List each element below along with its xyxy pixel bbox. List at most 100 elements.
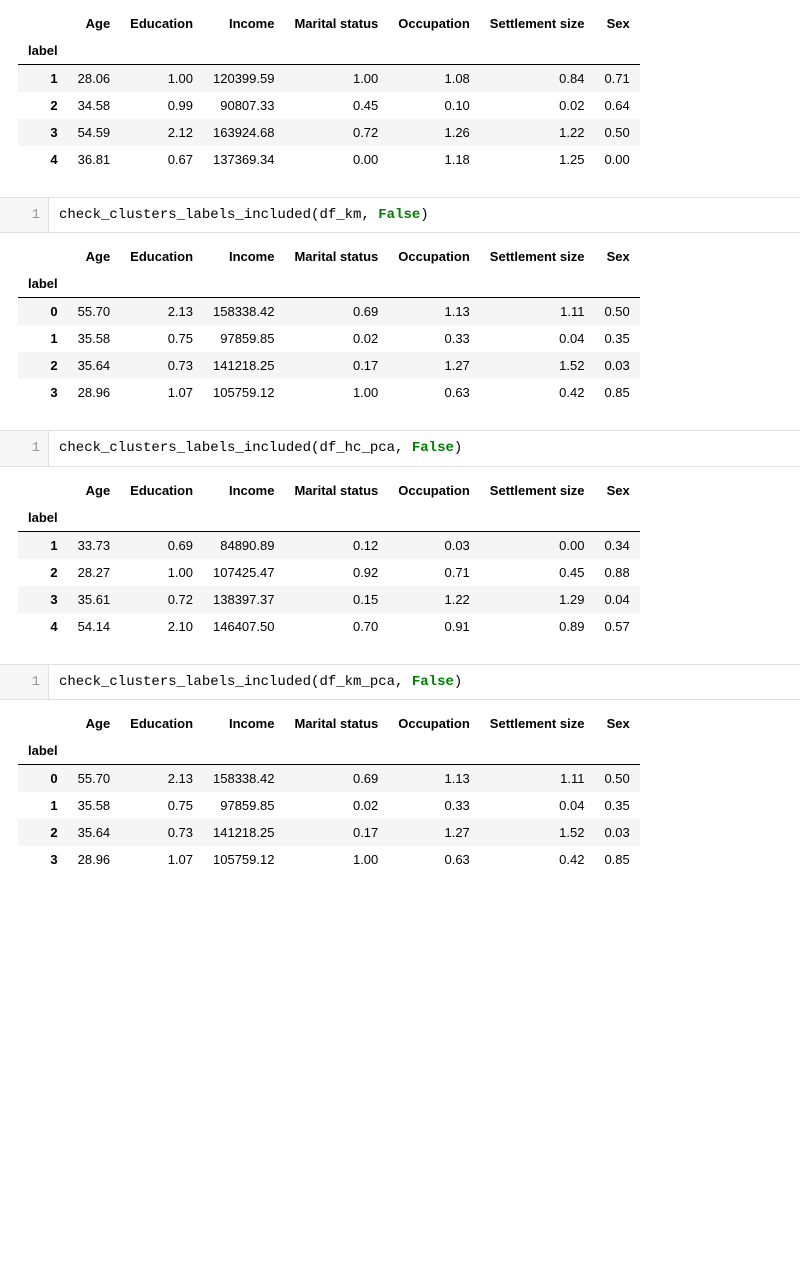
line-number: 1 xyxy=(0,431,49,465)
index-name: label xyxy=(18,37,68,65)
table-row: 135.580.7597859.850.020.330.040.35 xyxy=(18,792,640,819)
table-row: 328.961.07105759.121.000.630.420.85 xyxy=(18,846,640,873)
column-header: Education xyxy=(120,477,203,504)
cell: 0.69 xyxy=(284,765,388,793)
column-header: Sex xyxy=(594,477,639,504)
cell: 0.99 xyxy=(120,92,203,119)
cell: 0.33 xyxy=(388,325,480,352)
cell: 0.84 xyxy=(480,65,595,93)
cell: 0.75 xyxy=(120,325,203,352)
cell: 0.35 xyxy=(594,325,639,352)
row-label: 3 xyxy=(18,586,68,613)
cell: 0.00 xyxy=(480,531,595,559)
code-content[interactable]: check_clusters_labels_included(df_km_pca… xyxy=(49,665,800,699)
cell: 0.50 xyxy=(594,119,639,146)
table-row: 235.640.73141218.250.171.271.520.03 xyxy=(18,352,640,379)
output-block: AgeEducationIncomeMarital statusOccupati… xyxy=(0,233,800,430)
cell: 0.69 xyxy=(120,531,203,559)
table-row: 436.810.67137369.340.001.181.250.00 xyxy=(18,146,640,173)
cell: 1.52 xyxy=(480,819,595,846)
cell: 0.57 xyxy=(594,613,639,640)
table-row: 328.961.07105759.121.000.630.420.85 xyxy=(18,379,640,406)
cell: 28.06 xyxy=(68,65,121,93)
code-cell[interactable]: 1 check_clusters_labels_included(df_km_p… xyxy=(0,664,800,700)
table-row: 228.271.00107425.470.920.710.450.88 xyxy=(18,559,640,586)
cell: 84890.89 xyxy=(203,531,284,559)
cell: 55.70 xyxy=(68,298,121,326)
code-cell[interactable]: 1 check_clusters_labels_included(df_km, … xyxy=(0,197,800,233)
line-number: 1 xyxy=(0,198,49,232)
cell: 0.10 xyxy=(388,92,480,119)
row-label: 2 xyxy=(18,352,68,379)
column-header: Marital status xyxy=(284,477,388,504)
cell: 0.45 xyxy=(284,92,388,119)
cell: 28.96 xyxy=(68,846,121,873)
table-row: 454.142.10146407.500.700.910.890.57 xyxy=(18,613,640,640)
cell: 0.04 xyxy=(480,792,595,819)
dataframe-table: AgeEducationIncomeMarital statusOccupati… xyxy=(18,710,640,873)
cell: 1.22 xyxy=(480,119,595,146)
table-row: 128.061.00120399.591.001.080.840.71 xyxy=(18,65,640,93)
notebook: AgeEducationIncomeMarital statusOccupati… xyxy=(0,0,800,897)
cell: 0.33 xyxy=(388,792,480,819)
cell: 0.72 xyxy=(120,586,203,613)
cell: 1.00 xyxy=(284,379,388,406)
row-label: 3 xyxy=(18,846,68,873)
cell: 158338.42 xyxy=(203,765,284,793)
column-header: Education xyxy=(120,10,203,37)
column-header: Income xyxy=(203,710,284,737)
column-header: Income xyxy=(203,477,284,504)
code-text: check_clusters_labels_included(df_km, xyxy=(59,207,378,223)
column-header: Sex xyxy=(594,710,639,737)
cell: 35.58 xyxy=(68,792,121,819)
cell: 146407.50 xyxy=(203,613,284,640)
code-text: check_clusters_labels_included(df_hc_pca… xyxy=(59,440,412,456)
cell: 1.27 xyxy=(388,819,480,846)
keyword-false: False xyxy=(378,207,420,223)
keyword-false: False xyxy=(412,440,454,456)
column-header: Occupation xyxy=(388,710,480,737)
cell: 1.18 xyxy=(388,146,480,173)
cell: 0.35 xyxy=(594,792,639,819)
cell: 2.13 xyxy=(120,765,203,793)
cell: 0.63 xyxy=(388,379,480,406)
cell: 35.61 xyxy=(68,586,121,613)
row-label: 2 xyxy=(18,92,68,119)
cell: 0.50 xyxy=(594,765,639,793)
index-name: label xyxy=(18,270,68,298)
cell: 90807.33 xyxy=(203,92,284,119)
cell: 54.59 xyxy=(68,119,121,146)
table-row: 135.580.7597859.850.020.330.040.35 xyxy=(18,325,640,352)
cell: 0.17 xyxy=(284,819,388,846)
cell: 1.11 xyxy=(480,765,595,793)
cell: 0.12 xyxy=(284,531,388,559)
code-content[interactable]: check_clusters_labels_included(df_km, Fa… xyxy=(49,198,800,232)
cell: 141218.25 xyxy=(203,352,284,379)
keyword-false: False xyxy=(412,674,454,690)
row-label: 4 xyxy=(18,146,68,173)
cell: 1.00 xyxy=(284,846,388,873)
row-label: 1 xyxy=(18,325,68,352)
cell: 1.00 xyxy=(284,65,388,93)
column-header: Settlement size xyxy=(480,710,595,737)
column-header: Education xyxy=(120,243,203,270)
line-number: 1 xyxy=(0,665,49,699)
column-header: Sex xyxy=(594,10,639,37)
row-label: 4 xyxy=(18,613,68,640)
cell: 0.42 xyxy=(480,379,595,406)
column-header: Marital status xyxy=(284,243,388,270)
cell: 1.13 xyxy=(388,298,480,326)
cell: 35.58 xyxy=(68,325,121,352)
row-label: 1 xyxy=(18,792,68,819)
cell: 0.03 xyxy=(594,352,639,379)
code-cell[interactable]: 1 check_clusters_labels_included(df_hc_p… xyxy=(0,430,800,466)
cell: 2.12 xyxy=(120,119,203,146)
code-content[interactable]: check_clusters_labels_included(df_hc_pca… xyxy=(49,431,800,465)
blank-corner xyxy=(18,10,68,37)
cell: 1.52 xyxy=(480,352,595,379)
blank-corner xyxy=(18,710,68,737)
column-header: Education xyxy=(120,710,203,737)
cell: 1.22 xyxy=(388,586,480,613)
code-text: ) xyxy=(454,440,462,456)
cell: 0.73 xyxy=(120,819,203,846)
